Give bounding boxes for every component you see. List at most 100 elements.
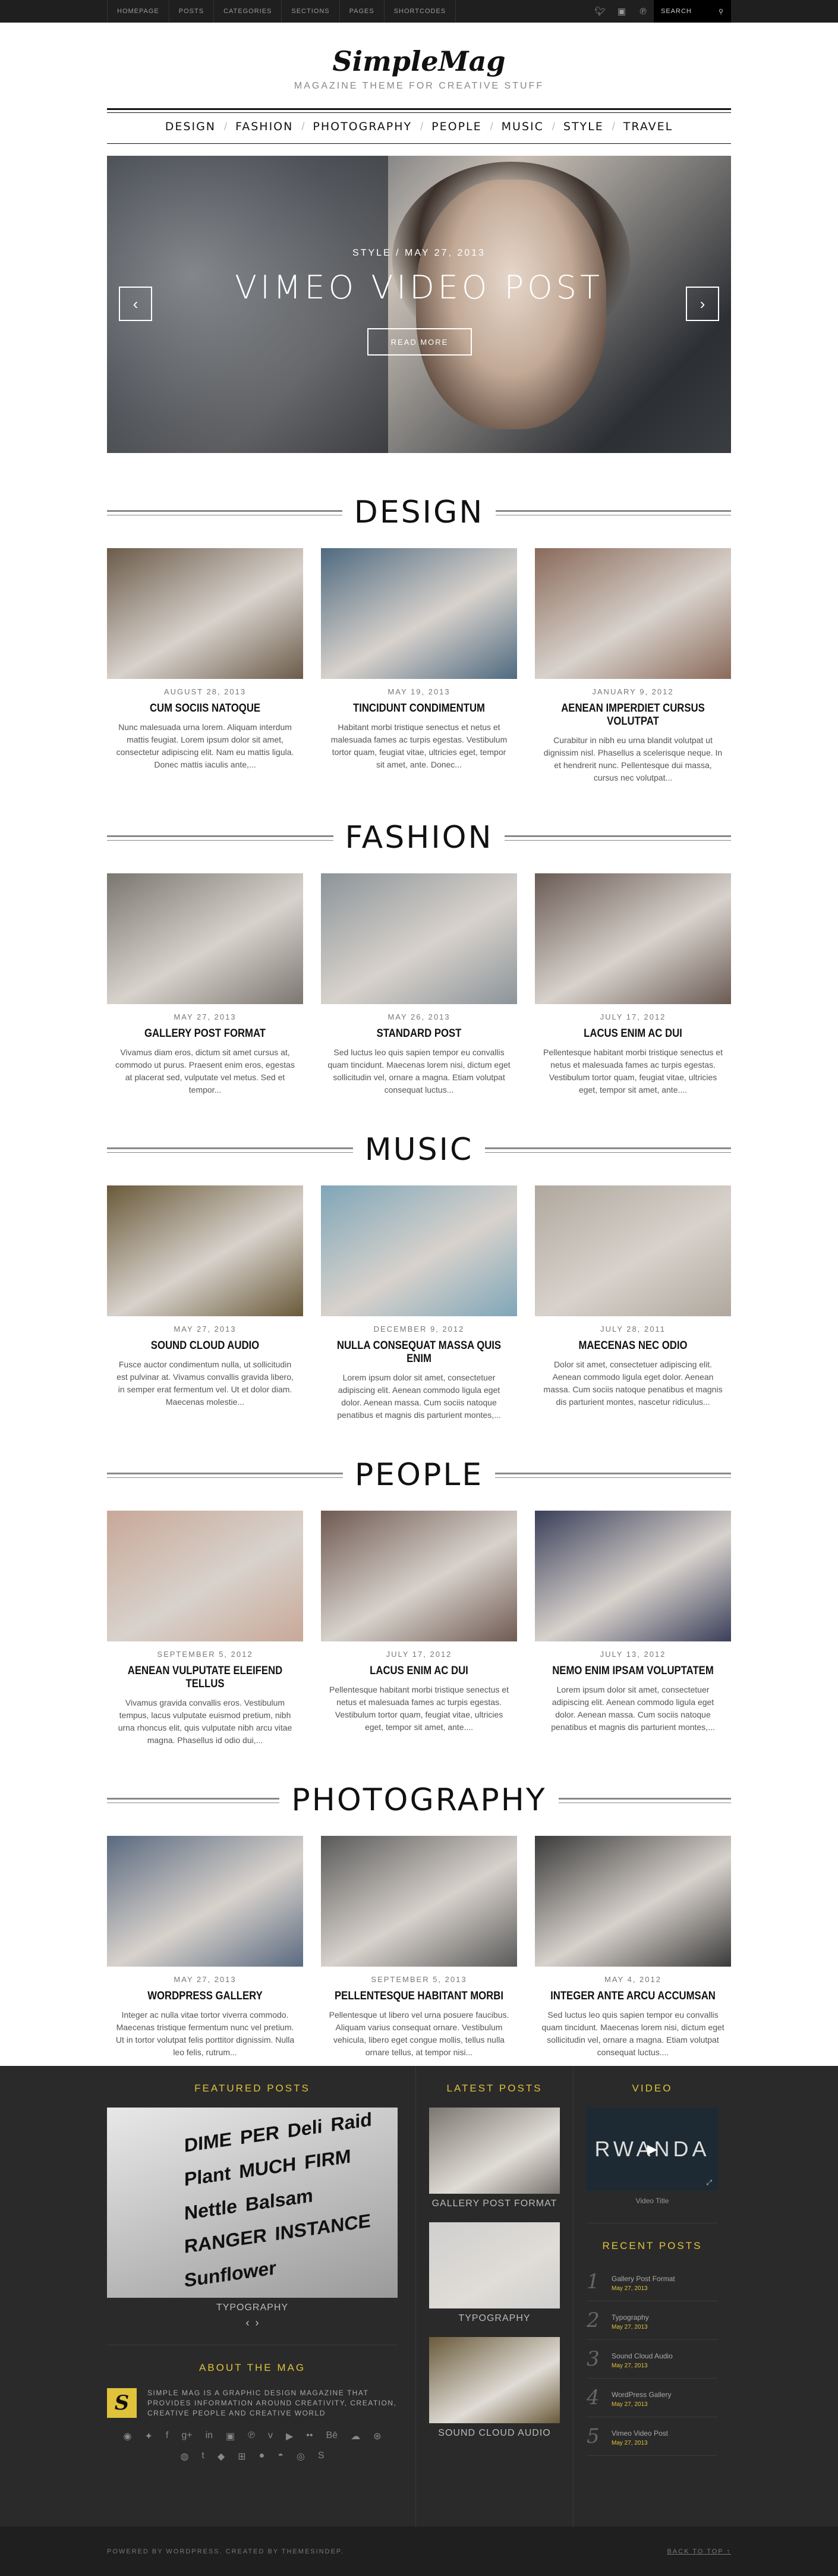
- main-nav-fashion[interactable]: FASHION: [227, 120, 301, 133]
- main-nav-photography[interactable]: PHOTOGRAPHY: [304, 120, 420, 133]
- recent-post[interactable]: 1 Gallery Post Format May 27, 2013: [587, 2263, 718, 2301]
- post-thumbnail[interactable]: [321, 1836, 517, 1967]
- latest-thumbnail[interactable]: [429, 2337, 560, 2423]
- post-title[interactable]: SOUND CLOUD AUDIO: [119, 1339, 291, 1353]
- post-title[interactable]: MAECENAS NEC ODIO: [547, 1339, 719, 1353]
- top-nav-sections[interactable]: SECTIONS: [282, 0, 340, 23]
- post-thumbnail[interactable]: [321, 1185, 517, 1316]
- latest-post[interactable]: SOUND CLOUD AUDIO: [429, 2337, 560, 2439]
- youtube-icon[interactable]: ▶: [286, 2430, 293, 2442]
- post-card[interactable]: MAY 27, 2013 WORDPRESS GALLERY Integer ac …: [107, 1836, 303, 2059]
- featured-image[interactable]: DIME PER Deli Raid Plant MUCH FIRM Nettle Balsam…: [107, 2108, 398, 2298]
- latest-caption[interactable]: TYPOGRAPHY: [429, 2313, 560, 2324]
- post-title[interactable]: AENEAN VULPUTATE ELEIFEND TELLUS: [119, 1665, 291, 1691]
- post-thumbnail[interactable]: [535, 1185, 731, 1316]
- post-title[interactable]: NULLA CONSEQUAT MASSA QUIS ENIM: [333, 1339, 505, 1366]
- post-title[interactable]: AENEAN IMPERDIET CURSUS VOLUTPAT: [547, 702, 719, 728]
- post-thumbnail[interactable]: [535, 1836, 731, 1967]
- main-nav-design[interactable]: DESIGN: [157, 120, 224, 133]
- flickr-icon[interactable]: ••: [306, 2430, 313, 2442]
- slider-prev-button[interactable]: ‹: [119, 287, 152, 321]
- play-icon[interactable]: ▶: [647, 2141, 657, 2157]
- post-thumbnail[interactable]: [107, 873, 303, 1004]
- post-card[interactable]: AUGUST 28, 2013 CUM SOCIIS NATOQUE Nunc ma…: [107, 548, 303, 784]
- post-title[interactable]: INTEGER ANTE ARCU ACCUMSAN: [547, 1990, 719, 2003]
- post-thumbnail[interactable]: [321, 873, 517, 1004]
- twitter-icon[interactable]: 🐦︎: [590, 6, 611, 17]
- android-icon[interactable]: ◓: [278, 2451, 283, 2462]
- post-card[interactable]: JULY 17, 2012 LACUS ENIM AC DUI Pellentesq…: [321, 1511, 517, 1747]
- post-title[interactable]: WORDPRESS GALLERY: [119, 1990, 291, 2003]
- top-nav-shortcodes[interactable]: SHORTCODES: [385, 0, 456, 23]
- post-title[interactable]: GALLERY POST FORMAT: [119, 1027, 291, 1040]
- post-title[interactable]: STANDARD POST: [333, 1027, 505, 1040]
- recent-post[interactable]: 4 WordPress Gallery May 27, 2013: [587, 2379, 718, 2417]
- post-card[interactable]: JULY 17, 2012 LACUS ENIM AC DUI Pellentesq…: [535, 873, 731, 1096]
- recent-post[interactable]: 3 Sound Cloud Audio May 27, 2013: [587, 2340, 718, 2379]
- dropbox-icon[interactable]: ◆: [218, 2451, 225, 2462]
- post-card[interactable]: DECEMBER 9, 2012 NULLA CONSEQUAT MASSA QU…: [321, 1185, 517, 1421]
- latest-post[interactable]: GALLERY POST FORMAT: [429, 2108, 560, 2209]
- latest-thumbnail[interactable]: [429, 2108, 560, 2194]
- recent-title[interactable]: Typography: [612, 2313, 649, 2322]
- section-title[interactable]: DESIGN: [342, 495, 496, 530]
- chevron-right-icon[interactable]: ›: [256, 2317, 259, 2329]
- post-card[interactable]: SEPTEMBER 5, 2012 AENEAN VULPUTATE ELEIFE…: [107, 1511, 303, 1747]
- top-nav-categories[interactable]: CATEGORIES: [214, 0, 282, 23]
- latest-thumbnail[interactable]: [429, 2222, 560, 2308]
- latest-caption[interactable]: GALLERY POST FORMAT: [429, 2198, 560, 2209]
- back-to-top-link[interactable]: BACK TO TOP ↑: [667, 2548, 731, 2555]
- featured-caption[interactable]: TYPOGRAPHY: [107, 2303, 398, 2313]
- apple-icon[interactable]: ●: [259, 2451, 265, 2462]
- tumblr-icon[interactable]: t: [201, 2451, 204, 2462]
- instagram-icon[interactable]: ▣: [226, 2430, 235, 2442]
- section-title[interactable]: PEOPLE: [342, 1457, 496, 1493]
- latest-post[interactable]: TYPOGRAPHY: [429, 2222, 560, 2324]
- post-title[interactable]: PELLENTESQUE HABITANT MORBI: [333, 1990, 505, 2003]
- recent-title[interactable]: WordPress Gallery: [612, 2391, 671, 2399]
- post-card[interactable]: MAY 27, 2013 GALLERY POST FORMAT Vivamus d…: [107, 873, 303, 1096]
- slider-next-button[interactable]: ›: [686, 287, 719, 321]
- main-nav-style[interactable]: STYLE: [555, 120, 612, 133]
- post-title[interactable]: NEMO ENIM IPSAM VOLUPTATEM: [547, 1665, 719, 1678]
- post-thumbnail[interactable]: [107, 1511, 303, 1641]
- dribbble-icon[interactable]: ⊛: [373, 2430, 381, 2442]
- instagram-icon[interactable]: ▣: [611, 6, 632, 17]
- googleplus-icon[interactable]: g+: [181, 2430, 192, 2442]
- soundcloud-icon[interactable]: ☁: [351, 2430, 360, 2442]
- post-card[interactable]: JULY 28, 2011 MAECENAS NEC ODIO Dolor sit …: [535, 1185, 731, 1421]
- post-card[interactable]: MAY 27, 2013 SOUND CLOUD AUDIO Fusce aucto…: [107, 1185, 303, 1421]
- main-nav-music[interactable]: MUSIC: [493, 120, 552, 133]
- pinterest-icon[interactable]: ℗: [248, 2430, 255, 2442]
- section-title[interactable]: FASHION: [333, 820, 505, 855]
- top-nav-pages[interactable]: PAGES: [340, 0, 385, 23]
- pinterest-icon[interactable]: ℗: [632, 7, 654, 17]
- section-title[interactable]: MUSIC: [352, 1132, 486, 1168]
- twitter-icon[interactable]: ✦: [144, 2430, 152, 2442]
- main-nav-people[interactable]: PEOPLE: [423, 120, 490, 133]
- windows-icon[interactable]: ⊞: [238, 2451, 245, 2462]
- post-card[interactable]: JANUARY 9, 2012 AENEAN IMPERDIET CURSUS V…: [535, 548, 731, 784]
- fullscreen-icon[interactable]: ⤢: [706, 2178, 712, 2187]
- post-thumbnail[interactable]: [535, 548, 731, 679]
- top-nav-posts[interactable]: POSTS: [169, 0, 215, 23]
- post-thumbnail[interactable]: [107, 1836, 303, 1967]
- post-card[interactable]: MAY 4, 2012 INTEGER ANTE ARCU ACCUMSAN Sed…: [535, 1836, 731, 2059]
- chevron-left-icon[interactable]: ‹: [245, 2317, 249, 2329]
- read-more-button[interactable]: READ MORE: [367, 328, 472, 356]
- facebook-icon[interactable]: f: [166, 2430, 168, 2442]
- post-thumbnail[interactable]: [321, 1511, 517, 1641]
- slider-title[interactable]: VIMEO VIDEO POST: [107, 269, 731, 306]
- post-thumbnail[interactable]: [535, 873, 731, 1004]
- post-title[interactable]: TINCIDUNT CONDIMENTUM: [333, 702, 505, 715]
- github-icon[interactable]: ◍: [180, 2451, 188, 2462]
- latest-caption[interactable]: SOUND CLOUD AUDIO: [429, 2428, 560, 2439]
- rss-icon[interactable]: ◉: [124, 2430, 132, 2442]
- video-player[interactable]: RWANDA ▶ ⤢: [587, 2108, 718, 2191]
- top-search[interactable]: SEARCH ⚲: [654, 0, 731, 23]
- lastfm-icon[interactable]: ◎: [297, 2451, 305, 2462]
- post-thumbnail[interactable]: [321, 548, 517, 679]
- recent-post[interactable]: 5 Vimeo Video Post May 27, 2013: [587, 2417, 718, 2456]
- post-thumbnail[interactable]: [107, 1185, 303, 1316]
- post-card[interactable]: SEPTEMBER 5, 2013 PELLENTESQUE HABITANT M…: [321, 1836, 517, 2059]
